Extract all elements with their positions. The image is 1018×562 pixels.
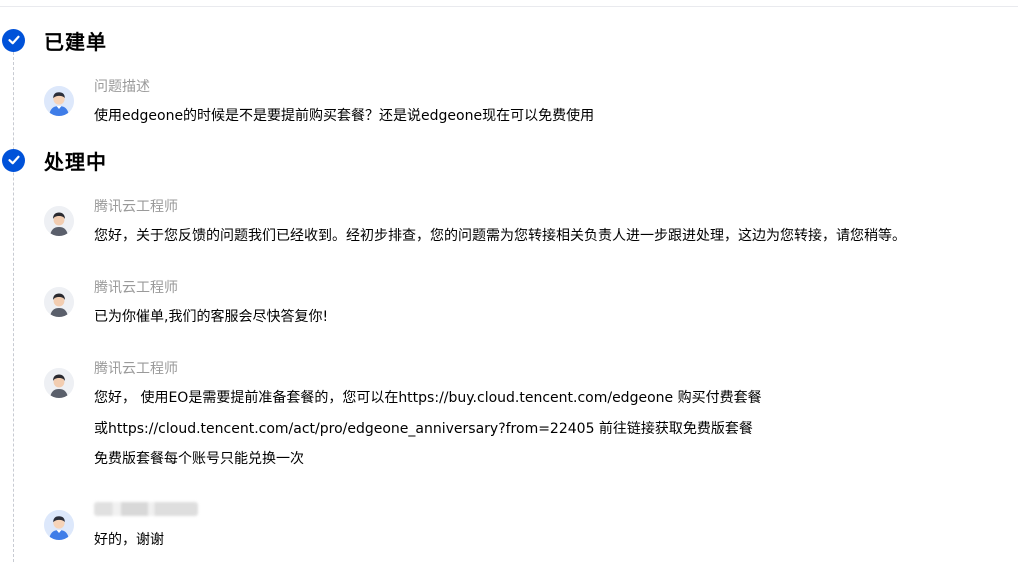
message-text: 使用edgeone的时候是不是要提前购买套餐？还是说edgeone现在可以免费使…	[94, 108, 595, 124]
user-avatar	[44, 510, 74, 540]
timeline-line	[13, 52, 14, 562]
check-icon	[2, 28, 25, 52]
stage-title: 处理中	[44, 149, 107, 174]
message-author: 问题描述	[94, 79, 150, 95]
stage-processing: 处理中	[0, 145, 107, 175]
message-text: 您好，关于您反馈的问题我们已经收到。经初步排查，您的问题需为您转接相关负责人进一…	[94, 228, 906, 244]
message-author: 腾讯云工程师	[94, 199, 178, 215]
check-icon	[2, 148, 25, 172]
message-author: 腾讯云工程师	[94, 280, 178, 296]
user-avatar	[44, 86, 74, 116]
message-text: 或https://cloud.tencent.com/act/pro/edgeo…	[94, 421, 753, 437]
stage-created: 已建单	[0, 25, 107, 55]
message-text: 好的，谢谢	[94, 532, 164, 548]
message-text: 免费版套餐每个账号只能兑换一次	[94, 451, 304, 467]
message-author: 腾讯云工程师	[94, 361, 178, 377]
engineer-avatar	[44, 368, 74, 398]
redacted-author-name	[94, 502, 198, 516]
top-divider	[0, 6, 1018, 7]
engineer-avatar	[44, 206, 74, 236]
stage-title: 已建单	[44, 29, 107, 54]
message-text: 您好， 使用EO是需要提前准备套餐的，您可以在https://buy.cloud…	[94, 390, 762, 406]
engineer-avatar	[44, 287, 74, 317]
message-text: 已为你催单,我们的客服会尽快答复你!	[94, 309, 329, 325]
